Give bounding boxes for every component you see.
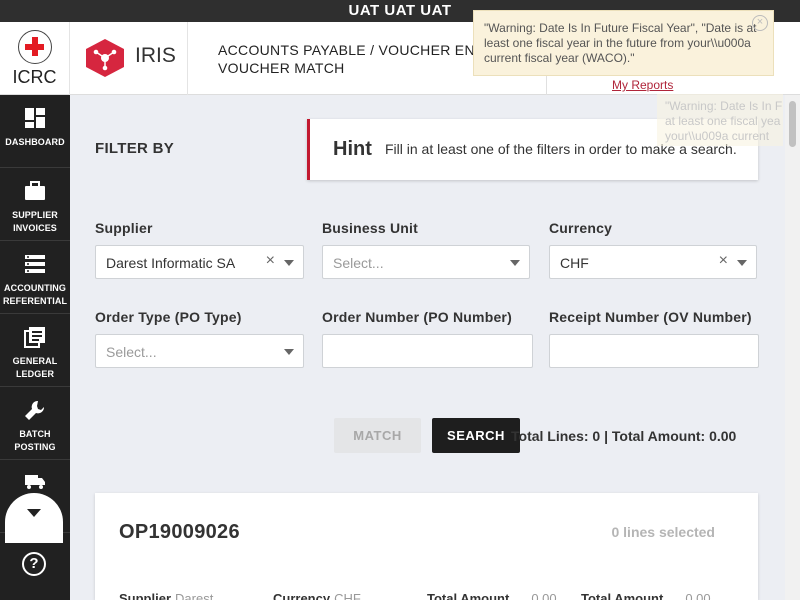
sidebar-item-dashboard[interactable]: DASHBOARD <box>0 95 70 168</box>
chevron-down-icon[interactable] <box>510 260 520 266</box>
my-reports-link[interactable]: My Reports <box>612 78 673 92</box>
order-type-label: Order Type (PO Type) <box>95 309 242 325</box>
totals-summary: Total Lines: 0 | Total Amount: 0.00 <box>511 428 737 444</box>
sidebar-item-label: SUPPLIER INVOICES <box>12 210 58 233</box>
iris-hexagon-icon <box>86 39 124 77</box>
filter-section-title: FILTER BY <box>95 140 175 157</box>
sidebar: DASHBOARD SUPPLIER INVOICES ACCOUNTING REF… <box>0 95 70 600</box>
app-name: IRIS <box>135 44 176 67</box>
close-icon[interactable]: × <box>752 15 768 31</box>
breadcrumb: ACCOUNTS PAYABLE / VOUCHER ENT VOUCHER M… <box>218 41 484 77</box>
ledger-icon <box>24 327 45 348</box>
currency-select[interactable]: CHF × <box>549 245 757 279</box>
order-type-placeholder: Select... <box>106 344 157 360</box>
page-title: VOUCHER MATCH <box>218 60 345 76</box>
op-number: OP19009026 <box>119 521 240 543</box>
currency-label: Currency <box>549 220 613 236</box>
card-total-amount: Total Amount 0.00 <box>427 591 557 600</box>
business-unit-placeholder: Select... <box>333 255 384 271</box>
warning-toast[interactable]: "Warning: Date Is In Future Fiscal Year"… <box>473 10 774 76</box>
currency-value: CHF <box>560 255 589 271</box>
red-cross-emblem-icon <box>17 30 52 64</box>
sidebar-item-label: BATCH POSTING <box>14 429 56 452</box>
briefcase-icon <box>25 181 45 200</box>
sidebar-collapse-button[interactable] <box>5 493 63 543</box>
order-number-label: Order Number (PO Number) <box>322 309 512 325</box>
business-unit-select[interactable]: Select... <box>322 245 530 279</box>
warning-toast-fading: "Warning: Date Is In F at least one fisc… <box>657 94 783 146</box>
chevron-down-icon[interactable] <box>737 260 747 266</box>
sidebar-item-label: ACCOUNTING REFERENTIAL <box>2 283 68 306</box>
sidebar-item-batch-posting[interactable]: BATCH POSTING <box>0 387 70 460</box>
sidebar-item-general-ledger[interactable]: GENERAL LEDGER <box>0 314 70 387</box>
truck-icon <box>25 475 45 489</box>
supplier-label: Supplier <box>95 220 153 236</box>
org-name: ICRC <box>12 67 57 87</box>
currency-clear-icon[interactable]: × <box>719 252 728 270</box>
chevron-down-icon[interactable] <box>284 349 294 355</box>
match-button[interactable]: MATCH <box>334 418 421 453</box>
sidebar-item-supplier-invoices[interactable]: SUPPLIER INVOICES <box>0 168 70 241</box>
voucher-card[interactable]: OP19009026 0 lines selected Supplier Dare… <box>95 493 758 600</box>
receipt-number-label: Receipt Number (OV Number) <box>549 309 752 325</box>
sidebar-item-accounting-referential[interactable]: ACCOUNTING REFERENTIAL <box>0 241 70 314</box>
card-supplier: Supplier Darest <box>119 591 214 600</box>
sidebar-item-label: DASHBOARD <box>5 137 65 147</box>
breadcrumb-path: ACCOUNTS PAYABLE / VOUCHER ENT <box>218 42 484 58</box>
search-button[interactable]: SEARCH <box>432 418 520 453</box>
chevron-down-icon[interactable] <box>284 260 294 266</box>
dashboard-icon <box>25 108 45 128</box>
scrollbar-thumb[interactable] <box>789 101 796 147</box>
receipt-number-input[interactable] <box>549 334 759 368</box>
supplier-value: Darest Informatic SA <box>106 255 236 271</box>
lines-selected-count: 0 lines selected <box>611 524 715 540</box>
icrc-logo[interactable]: ICRC <box>0 22 70 95</box>
warning-message: "Warning: Date Is In Future Fiscal Year"… <box>484 21 757 65</box>
supplier-select[interactable]: Darest Informatic SA × <box>95 245 304 279</box>
iris-logo[interactable]: IRIS <box>70 22 188 95</box>
page-scrollbar[interactable] <box>785 95 800 600</box>
help-button[interactable]: ? <box>22 552 46 576</box>
sidebar-item-label: GENERAL LEDGER <box>12 356 58 379</box>
card-total-amount-2: Total Amount 0.00 <box>581 591 711 600</box>
business-unit-label: Business Unit <box>322 220 418 236</box>
order-type-select[interactable]: Select... <box>95 334 304 368</box>
card-currency: Currency CHF <box>273 591 361 600</box>
supplier-clear-icon[interactable]: × <box>266 252 275 270</box>
order-number-input[interactable] <box>322 334 533 368</box>
chevron-down-icon <box>27 509 41 517</box>
list-icon <box>25 255 45 273</box>
wrench-icon <box>25 400 45 420</box>
hint-title: Hint <box>333 138 372 160</box>
